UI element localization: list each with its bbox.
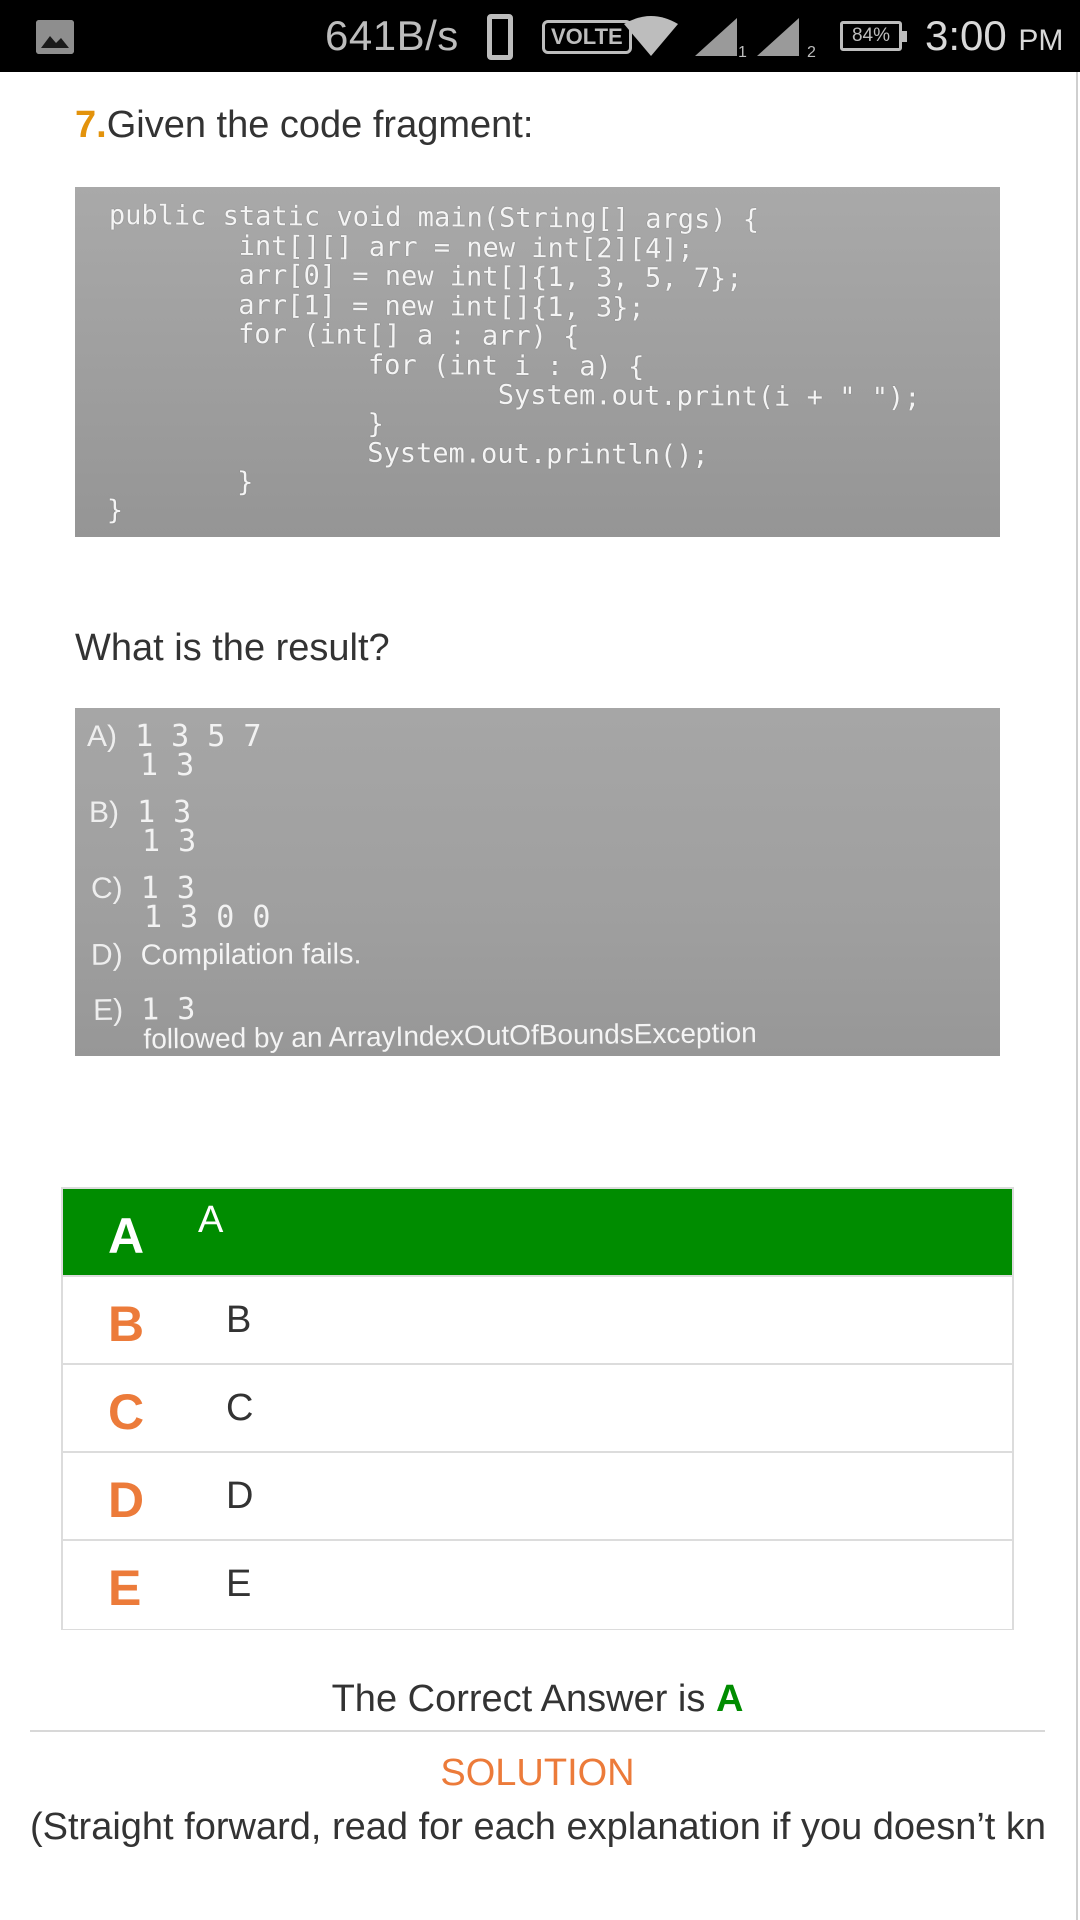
network-speed: 641B/s bbox=[325, 12, 459, 59]
battery-indicator: 84% bbox=[840, 21, 907, 51]
scroll-edge bbox=[1076, 72, 1078, 1920]
answer-choices: A A B B C C D D E E bbox=[61, 1187, 1014, 1630]
image-option-e: E) 1 3 followed by an ArrayIndexOutOfBou… bbox=[92, 989, 757, 1055]
choice-letter: B bbox=[108, 1296, 145, 1352]
image-option-line2: 1 3 0 0 bbox=[144, 900, 271, 935]
choice-text: B bbox=[226, 1299, 252, 1341]
image-option-letter: D) bbox=[90, 938, 123, 972]
choice-text: A bbox=[198, 1199, 224, 1241]
question-title: 7.Given the code fragment: bbox=[75, 104, 533, 147]
correct-answer-letter: A bbox=[715, 1678, 744, 1720]
correct-answer: The Correct Answer is A bbox=[0, 1678, 1075, 1721]
image-option-c: C) 1 3 1 3 0 0 bbox=[91, 872, 271, 935]
image-option-line2: 1 3 bbox=[140, 748, 195, 783]
result-prompt: What is the result? bbox=[75, 627, 390, 669]
image-option-line2: 1 3 bbox=[142, 824, 197, 859]
choice-text: E bbox=[226, 1563, 252, 1605]
image-option-d: D) Compilation fails. bbox=[90, 938, 362, 972]
choice-e[interactable]: E E bbox=[63, 1541, 1012, 1629]
code-fragment: public static void main(String[] args) {… bbox=[106, 200, 921, 527]
image-option-line2: followed by an ArrayIndexOutOfBoundsExce… bbox=[143, 1017, 757, 1055]
image-option-letter: B) bbox=[89, 796, 119, 829]
code-fragment-image: public static void main(String[] args) {… bbox=[75, 187, 1000, 537]
question-number: 7. bbox=[75, 104, 107, 146]
clock-ampm: PM bbox=[1018, 24, 1064, 57]
question-text: Given the code fragment: bbox=[106, 104, 534, 146]
phone-icon bbox=[487, 14, 513, 60]
image-option-letter: A) bbox=[87, 720, 117, 753]
choice-text: D bbox=[226, 1475, 254, 1517]
image-option-letter: C) bbox=[91, 872, 123, 905]
battery-level: 84% bbox=[851, 25, 891, 46]
image-option-line1: Compilation fails. bbox=[140, 938, 362, 972]
divider bbox=[30, 1730, 1045, 1732]
choice-letter: A bbox=[108, 1208, 145, 1264]
choice-a[interactable]: A A bbox=[63, 1189, 1012, 1277]
choice-letter: E bbox=[108, 1560, 142, 1616]
choice-b[interactable]: B B bbox=[63, 1277, 1012, 1365]
choice-text: C bbox=[226, 1387, 254, 1429]
sim2-label: 2 bbox=[807, 44, 816, 61]
choice-letter: C bbox=[108, 1384, 145, 1440]
image-option-letter: E) bbox=[92, 993, 124, 1027]
wifi-icon bbox=[624, 16, 678, 56]
gallery-icon bbox=[36, 20, 74, 54]
signal-icon bbox=[695, 18, 737, 56]
solution-heading: SOLUTION bbox=[440, 1752, 635, 1794]
correct-answer-label: The Correct Answer is bbox=[331, 1678, 706, 1720]
choice-letter: D bbox=[108, 1472, 145, 1528]
solution-text: (Straight forward, read for each explana… bbox=[30, 1806, 1047, 1848]
clock-time: 3:00 bbox=[925, 12, 1007, 59]
volte-badge: VOLTE bbox=[542, 20, 632, 54]
options-image: A) 1 3 5 7 1 3 B) 1 3 1 3 C) 1 3 1 3 0 0… bbox=[75, 708, 1000, 1056]
image-option-a: A) 1 3 5 7 1 3 bbox=[87, 720, 262, 783]
clock: 3:00 PM bbox=[925, 12, 1063, 60]
sim1-label: 1 bbox=[738, 44, 747, 61]
signal-icon bbox=[757, 18, 799, 56]
choice-c[interactable]: C C bbox=[63, 1365, 1012, 1453]
choice-d[interactable]: D D bbox=[63, 1453, 1012, 1541]
status-bar: 641B/s VOLTE 1 2 84% 3:00 PM bbox=[0, 0, 1080, 72]
image-option-b: B) 1 3 1 3 bbox=[89, 796, 197, 859]
